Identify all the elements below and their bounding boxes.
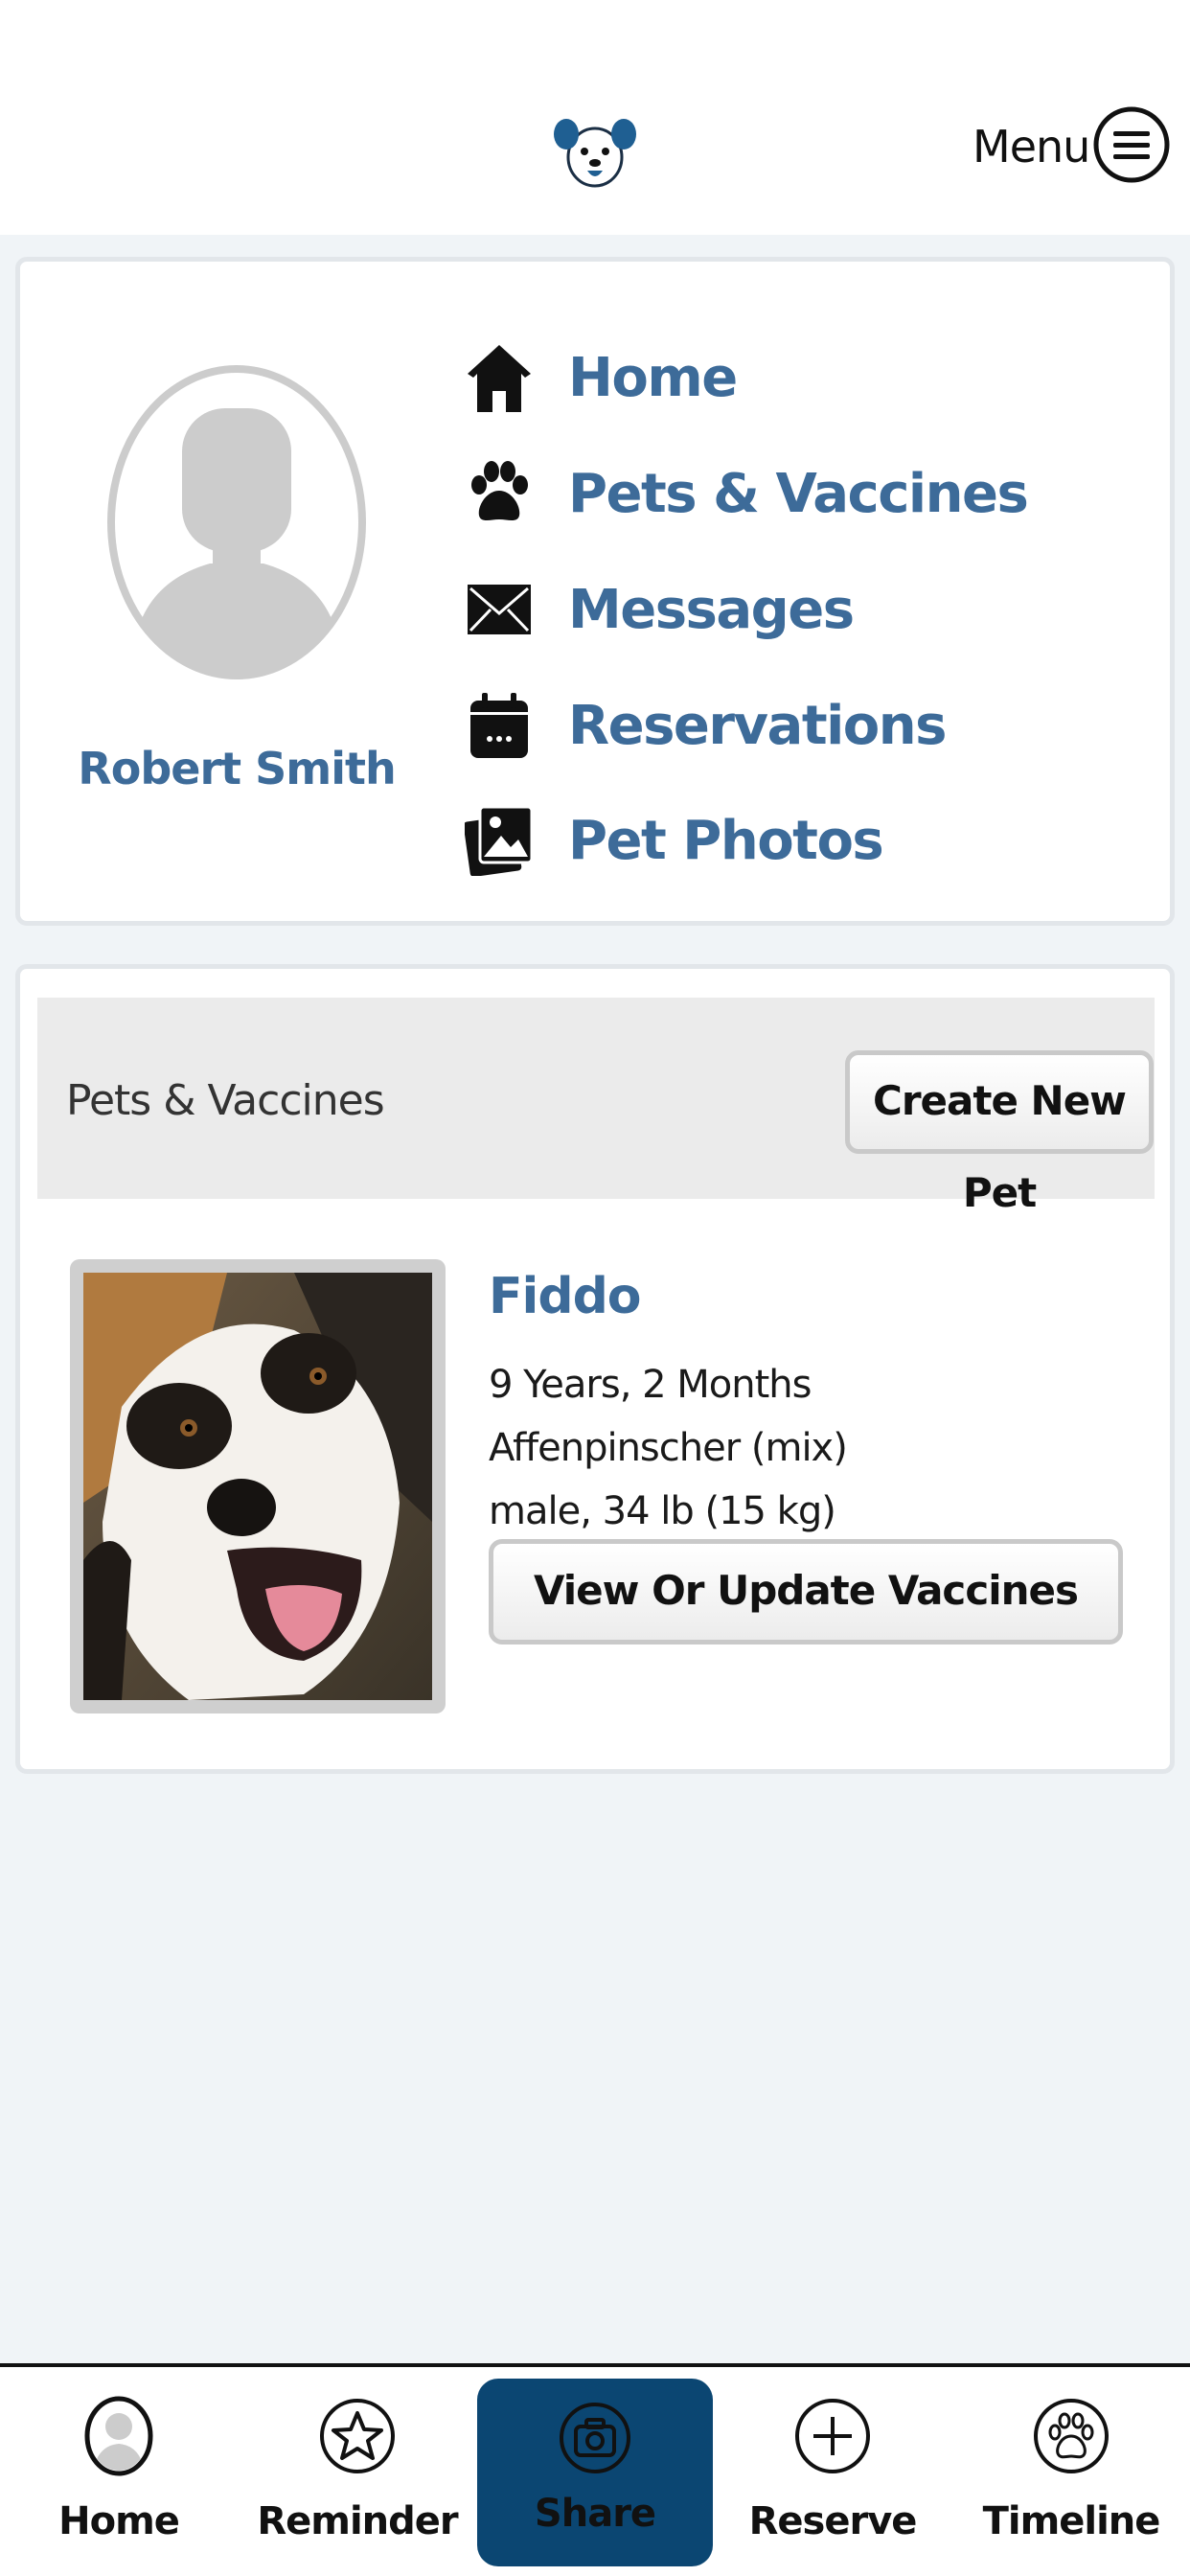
pets-section-header: Pets & Vaccines Create New Pet xyxy=(37,998,1155,1216)
photos-icon xyxy=(463,804,536,877)
nav-item-label: Messages xyxy=(568,578,855,641)
tab-reserve[interactable]: Reserve xyxy=(713,2367,952,2576)
pet-age: 9 Years, 2 Months xyxy=(489,1363,812,1407)
user-name[interactable]: Robert Smith xyxy=(20,743,453,794)
hamburger-circle-icon[interactable] xyxy=(1092,105,1171,184)
menu-label[interactable]: Menu xyxy=(973,121,1090,172)
calendar-icon xyxy=(463,689,536,762)
pets-vaccines-card: Pets & Vaccines Create New Pet Fiddo 9 Y… xyxy=(15,964,1175,1774)
tab-reminder[interactable]: Reminder xyxy=(238,2367,477,2576)
view-update-vaccines-button[interactable]: View Or Update Vaccines xyxy=(489,1539,1123,1644)
nav-item-label: Pets & Vaccines xyxy=(568,462,1029,525)
tab-label: Timeline xyxy=(982,2499,1161,2543)
tab-label: Home xyxy=(58,2499,180,2543)
tab-timeline[interactable]: Timeline xyxy=(951,2367,1190,2576)
pet-photo[interactable] xyxy=(70,1259,446,1714)
tab-share[interactable]: Share xyxy=(477,2379,713,2566)
tab-label: Share xyxy=(534,2492,656,2536)
dog-photo-image xyxy=(83,1273,432,1700)
tab-home[interactable]: Home xyxy=(0,2367,239,2576)
camera-icon xyxy=(560,2403,630,2473)
plus-circle-icon xyxy=(795,2399,870,2473)
nav-item-home[interactable]: Home xyxy=(463,334,738,422)
create-new-pet-button[interactable]: Create New Pet xyxy=(845,1050,1154,1216)
pets-section-title: Pets & Vaccines xyxy=(66,1076,385,1125)
tab-label: Reserve xyxy=(748,2499,918,2543)
paw-circle-icon xyxy=(1034,2399,1109,2473)
star-icon xyxy=(320,2399,395,2473)
paw-icon xyxy=(463,457,536,530)
bottom-tab-bar: Home Reminder Share Reserve Timeline xyxy=(0,2363,1190,2576)
nav-item-messages[interactable]: Messages xyxy=(463,565,855,654)
user-avatar-icon xyxy=(84,2396,153,2476)
envelope-icon xyxy=(463,573,536,646)
person-silhouette-icon xyxy=(107,365,366,679)
nav-item-reservations[interactable]: Reservations xyxy=(463,681,947,770)
nav-item-label: Reservations xyxy=(568,694,947,757)
tab-label: Reminder xyxy=(257,2499,458,2543)
dog-face-logo-icon[interactable] xyxy=(554,113,636,192)
nav-item-pets-vaccines[interactable]: Pets & Vaccines xyxy=(463,449,1029,538)
nav-item-pet-photos[interactable]: Pet Photos xyxy=(463,796,884,885)
profile-card: Robert Smith Home Pets & Vaccines Messag… xyxy=(15,257,1175,926)
pet-breed: Affenpinscher (mix) xyxy=(489,1426,848,1470)
pet-details: male, 34 lb (15 kg) xyxy=(489,1489,836,1533)
app-header: Menu xyxy=(0,0,1190,235)
house-icon xyxy=(463,341,536,414)
nav-item-label: Home xyxy=(568,346,738,409)
pet-name[interactable]: Fiddo xyxy=(489,1268,642,1325)
nav-item-label: Pet Photos xyxy=(568,809,884,872)
